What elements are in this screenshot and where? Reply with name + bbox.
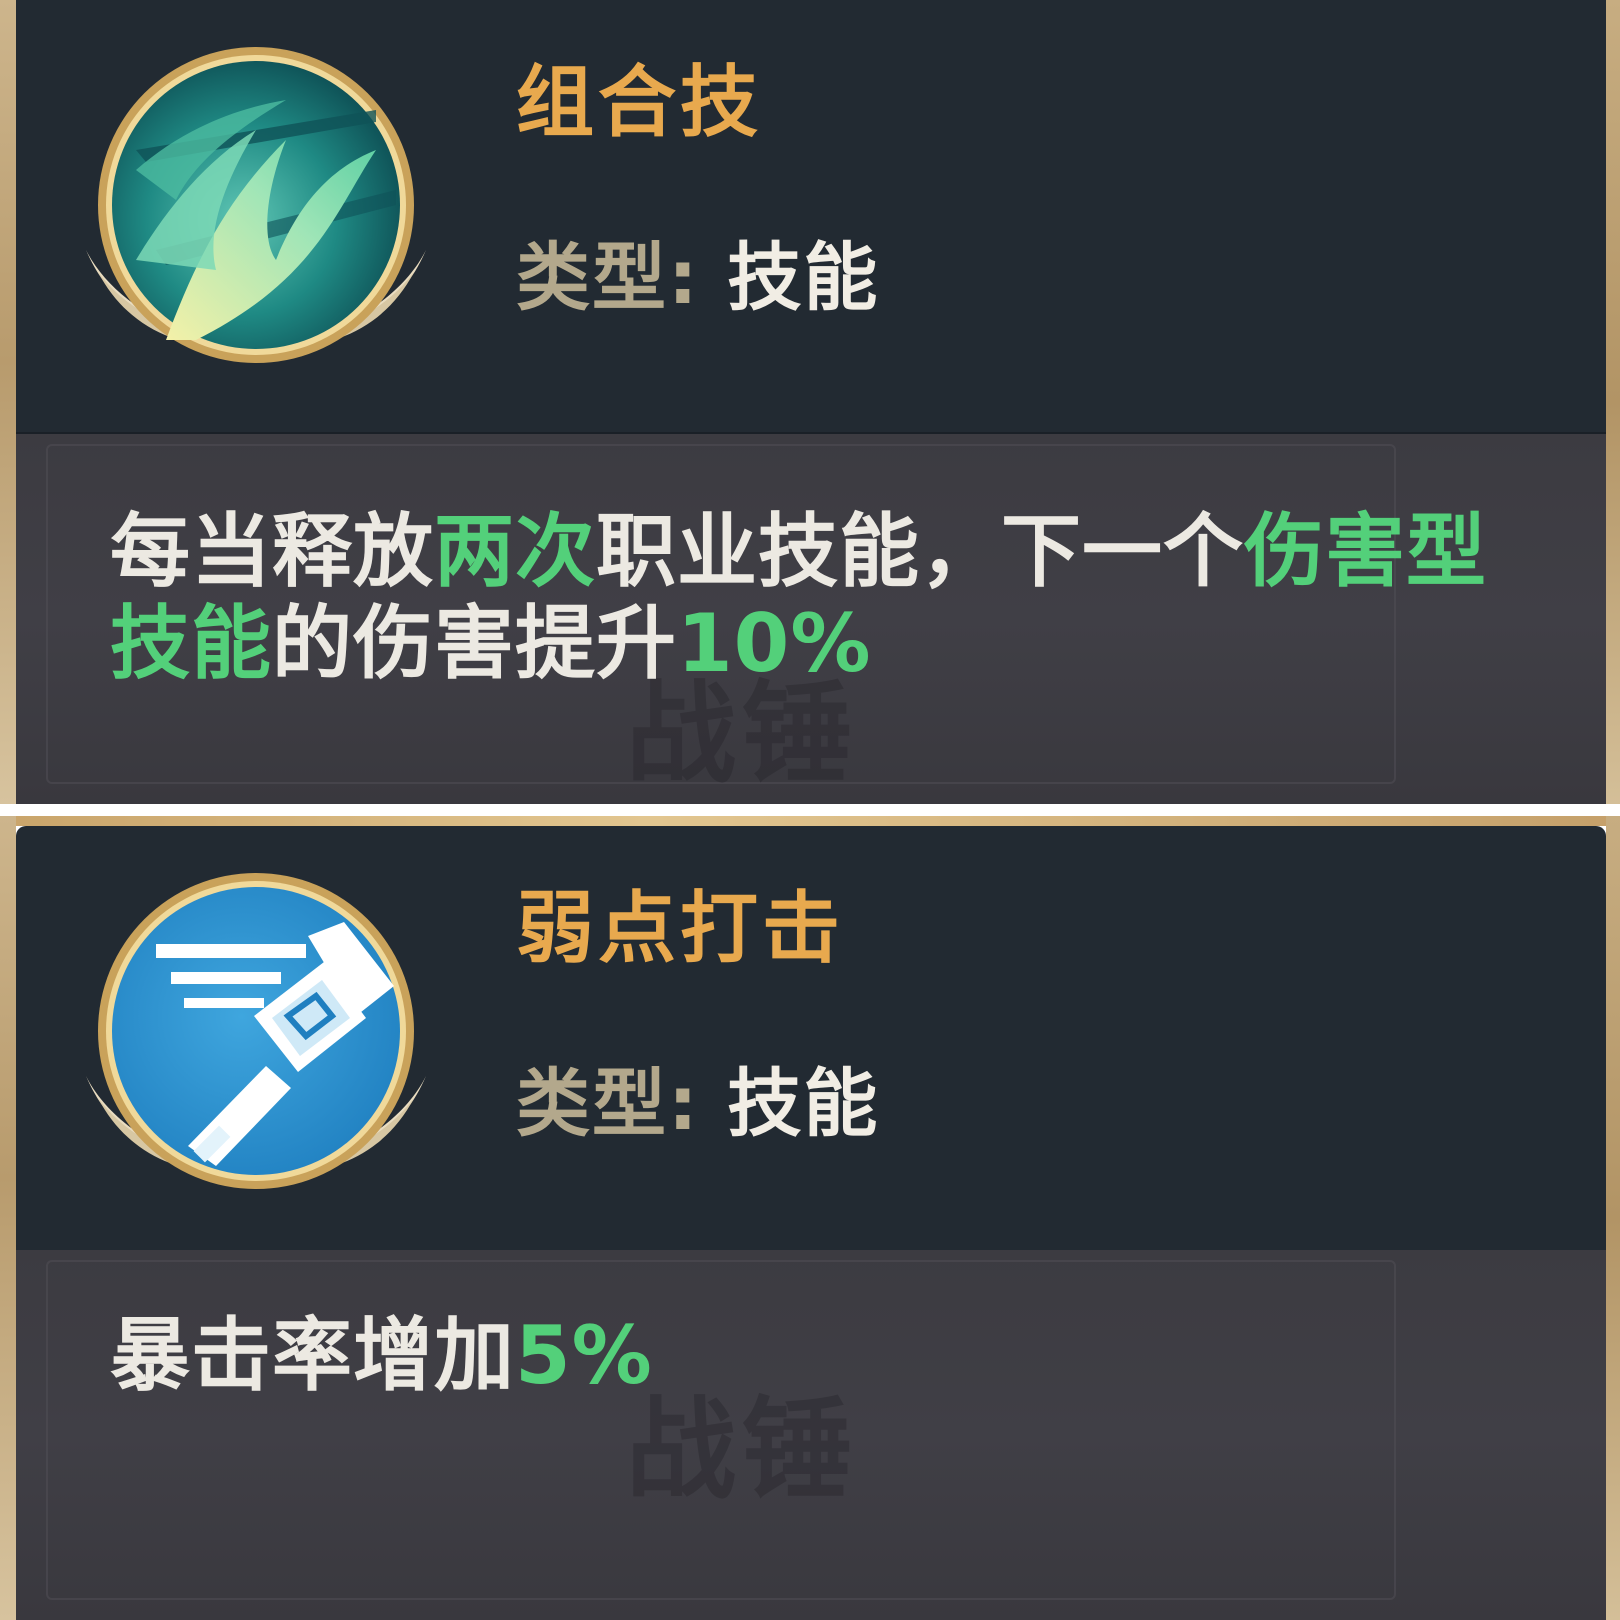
skill-header: 组合技 类型: 技能 bbox=[16, 0, 1606, 434]
skill-header: 弱点打击 类型: 技能 bbox=[16, 826, 1606, 1252]
desc-highlight: 技能 bbox=[110, 597, 272, 690]
skill-type-label: 类型: bbox=[516, 235, 700, 321]
desc-highlight: 伤害型 bbox=[1244, 505, 1487, 598]
skill-title: 组合技 bbox=[516, 58, 763, 148]
skill-card-weakpoint: 弱点打击 类型: 技能 战锤 暴击率增加5% bbox=[0, 816, 1620, 1620]
skill-description: 每当释放两次职业技能，下一个伤害型技能的伤害提升10% bbox=[110, 506, 1530, 690]
frame-top bbox=[0, 816, 1620, 826]
desc-text: 每当释放 bbox=[110, 505, 434, 598]
desc-highlight: 两次 bbox=[434, 505, 596, 598]
skill-type-label: 类型: bbox=[516, 1061, 700, 1147]
skill-card-combo: 组合技 类型: 技能 战锤 每当释放两次职业技能，下一个伤害型技能的伤害提升10… bbox=[0, 0, 1620, 804]
desc-text: 职业技能，下一个 bbox=[596, 505, 1244, 598]
skill-description-area: 战锤 每当释放两次职业技能，下一个伤害型技能的伤害提升10% bbox=[16, 434, 1606, 804]
skill-type: 类型: 技能 bbox=[516, 1044, 879, 1151]
hammer-skill-icon bbox=[76, 866, 436, 1206]
skill-description-area: 战锤 暴击率增加5% bbox=[16, 1250, 1606, 1620]
desc-text: 的伤害提升 bbox=[272, 597, 677, 690]
frame-right bbox=[1606, 0, 1620, 804]
skill-description: 暴击率增加5% bbox=[110, 1310, 1530, 1402]
skill-type: 类型: 技能 bbox=[516, 218, 879, 325]
skill-type-value: 技能 bbox=[727, 235, 880, 321]
frame-right bbox=[1606, 816, 1620, 1620]
desc-text: 暴击率增加 bbox=[110, 1309, 515, 1402]
frame-left bbox=[0, 816, 16, 1620]
desc-highlight: 5% bbox=[515, 1309, 653, 1402]
skill-title: 弱点打击 bbox=[516, 884, 845, 974]
wave-claw-skill-icon bbox=[76, 40, 436, 380]
frame-left bbox=[0, 0, 16, 804]
desc-highlight: 10% bbox=[677, 597, 872, 690]
skill-type-value: 技能 bbox=[727, 1061, 880, 1147]
